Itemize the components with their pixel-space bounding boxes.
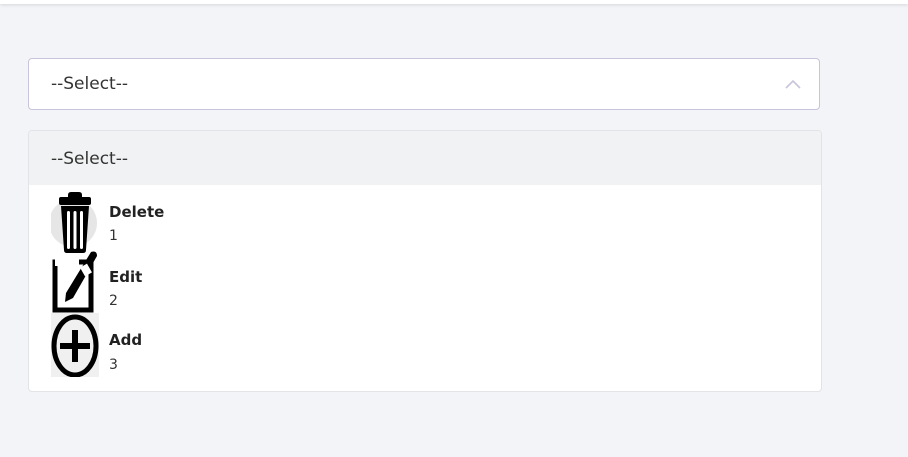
dropdown-option-edit[interactable]: Edit 2 <box>29 250 821 315</box>
dropdown-option-delete[interactable]: Delete 1 <box>29 185 821 253</box>
select-current-value: --Select-- <box>51 74 128 94</box>
edit-icon <box>52 251 97 313</box>
select-dropdown[interactable]: --Select-- <box>28 58 820 110</box>
trash-icon <box>51 192 97 253</box>
dropdown-menu: --Select-- Delete 1 Edit 2 Add 3 <box>28 130 822 392</box>
dropdown-option-add[interactable]: Add 3 <box>29 313 821 380</box>
dropdown-option-value: 1 <box>109 228 118 244</box>
dropdown-option-placeholder[interactable]: --Select-- <box>29 131 821 185</box>
dropdown-option-value: 3 <box>109 357 118 373</box>
chevron-up-icon[interactable] <box>785 79 801 89</box>
dropdown-option-label: Edit <box>109 268 143 286</box>
dropdown-option-value: 2 <box>109 293 118 309</box>
top-bar <box>0 0 908 4</box>
add-circle-icon <box>51 313 99 377</box>
dropdown-option-label: Add <box>109 331 143 349</box>
dropdown-option-label: Delete <box>109 203 165 221</box>
dropdown-option-placeholder-label: --Select-- <box>51 149 128 169</box>
